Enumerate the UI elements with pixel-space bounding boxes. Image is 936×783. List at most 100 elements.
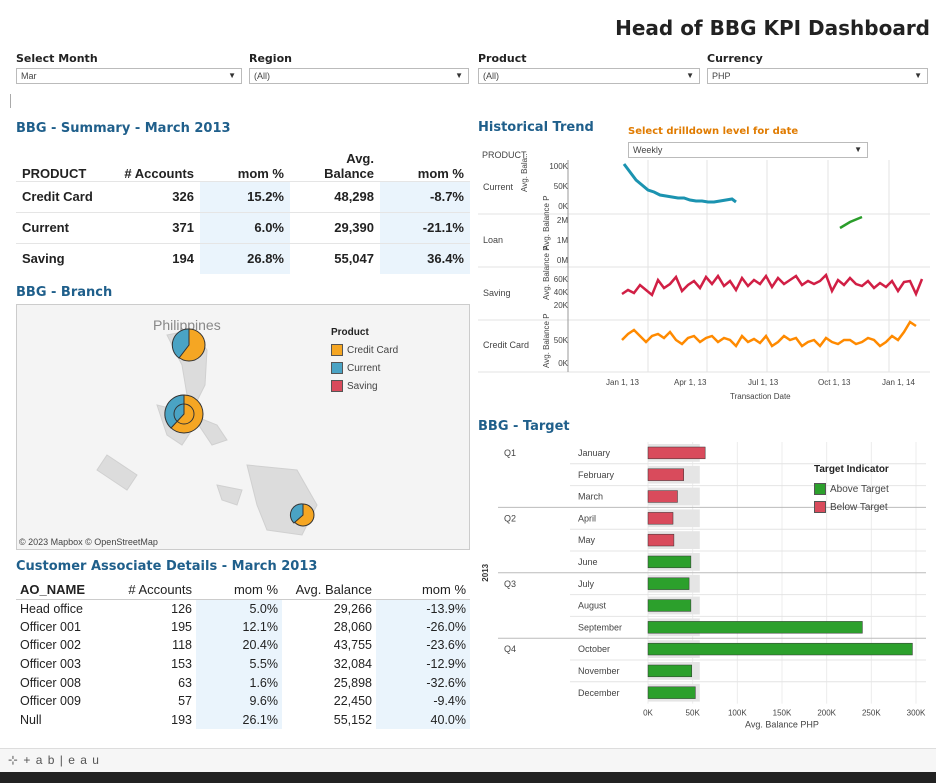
table-row[interactable]: Head office 126 5.0% 29,266 -13.9% bbox=[16, 599, 470, 618]
map-legend-title: Product bbox=[331, 327, 369, 338]
month-label: November bbox=[578, 666, 620, 676]
quarter-label: Q2 bbox=[504, 513, 516, 523]
branch-map[interactable]: Philippines Product Credit Card Current … bbox=[16, 304, 470, 550]
legend-label: Below Target bbox=[830, 501, 888, 513]
x-tick-label: 150K bbox=[773, 709, 792, 718]
legend-item[interactable]: Below Target bbox=[814, 498, 889, 516]
drilldown-select[interactable]: Weekly ▼ bbox=[628, 142, 868, 158]
accounts-cell: 57 bbox=[178, 694, 192, 709]
chevron-down-icon: ▼ bbox=[914, 71, 922, 80]
column-header: mom % bbox=[417, 165, 464, 181]
quarter-label: Q3 bbox=[504, 579, 516, 589]
target-bar bbox=[647, 642, 913, 656]
summary-table: PRODUCT # Accounts mom % Avg. Balance mo… bbox=[16, 141, 470, 274]
filter-label-month: Select Month bbox=[16, 52, 98, 65]
column-header: mom % bbox=[376, 581, 470, 600]
table-row[interactable]: Credit Card 326 15.2% 48,298 -8.7% bbox=[16, 180, 470, 212]
target-chart[interactable]: 0K 50K 100K 150K 200K 250K 300K Avg. Balance PH… bbox=[478, 440, 930, 736]
trend-tick: 50K bbox=[553, 182, 568, 191]
tableau-logo[interactable]: ⊹ + a b | e a u bbox=[8, 753, 100, 767]
tableau-brand: + a b | e a u bbox=[23, 753, 100, 767]
branch-pie-marker[interactable] bbox=[171, 327, 207, 363]
target-bar bbox=[647, 490, 678, 503]
x-tick: Jan 1, 13 bbox=[606, 378, 639, 387]
accounts-cell: 194 bbox=[110, 242, 200, 274]
table-row[interactable]: Officer 009 57 9.6% 22,450 -9.4% bbox=[16, 691, 470, 711]
x-tick-label: 200K bbox=[817, 709, 836, 718]
customer-title: Customer Associate Details - March 2013 bbox=[16, 559, 318, 574]
mom-cell: -9.4% bbox=[376, 691, 470, 711]
credit-card-series-line bbox=[621, 320, 917, 349]
x-tick-label: 100K bbox=[728, 709, 747, 718]
product-select[interactable]: (All) ▼ bbox=[478, 68, 700, 84]
month-label: March bbox=[578, 492, 603, 502]
swatch bbox=[331, 380, 343, 392]
mom-cell: -26.0% bbox=[376, 617, 470, 637]
balance-cell: 29,266 bbox=[333, 601, 372, 616]
legend-item[interactable]: Above Target bbox=[814, 480, 889, 498]
footer-bar: ⊹ + a b | e a u bbox=[0, 748, 936, 772]
accounts-cell: 63 bbox=[178, 675, 192, 690]
legend-item[interactable]: Saving bbox=[331, 377, 398, 395]
branch-pie-marker[interactable] bbox=[163, 393, 205, 435]
x-tick: Oct 1, 13 bbox=[818, 378, 851, 387]
legend-item[interactable]: Credit Card bbox=[331, 341, 398, 359]
currency-select[interactable]: PHP ▼ bbox=[707, 68, 928, 84]
month-label: May bbox=[578, 535, 596, 545]
column-header: # Accounts bbox=[112, 581, 196, 600]
mom-cell: -23.6% bbox=[376, 636, 470, 655]
table-row[interactable]: Officer 003 153 5.5% 32,084 -12.9% bbox=[16, 654, 470, 674]
quarter-label: Q1 bbox=[504, 448, 516, 458]
column-header: mom % bbox=[196, 581, 282, 600]
mom-cell: -12.9% bbox=[376, 654, 470, 674]
swatch bbox=[331, 362, 343, 374]
x-axis-title: Avg. Balance PHP bbox=[745, 720, 819, 730]
region-select-value: (All) bbox=[254, 71, 270, 81]
mom-cell: 6.0% bbox=[200, 211, 290, 243]
table-row[interactable]: Null 193 26.1% 55,152 40.0% bbox=[16, 710, 470, 730]
x-tick-label: 250K bbox=[862, 709, 881, 718]
legend-label: Current bbox=[347, 362, 381, 374]
mom-cell: -21.1% bbox=[380, 211, 470, 243]
branch-pie-marker[interactable] bbox=[289, 501, 317, 529]
island-shape bbox=[216, 484, 243, 506]
target-title: BBG - Target bbox=[478, 419, 570, 434]
trend-tick: 20K bbox=[553, 301, 568, 310]
product-select-value: (All) bbox=[483, 71, 499, 81]
trend-row-label: Credit Card bbox=[483, 340, 530, 350]
swatch bbox=[814, 483, 826, 495]
x-tick-label: 50K bbox=[686, 709, 701, 718]
filter-label-currency: Currency bbox=[707, 52, 763, 65]
legend-item[interactable]: Current bbox=[331, 359, 398, 377]
accounts-cell: 193 bbox=[171, 712, 192, 727]
accounts-cell: 326 bbox=[110, 180, 200, 212]
trend-row-label: Loan bbox=[483, 235, 504, 245]
trend-axis-label: Avg. Bala.. bbox=[520, 153, 529, 192]
month-label: June bbox=[578, 557, 598, 567]
loan-series-line bbox=[839, 215, 863, 230]
month-select[interactable]: Mar ▼ bbox=[16, 68, 242, 84]
palawan-shape bbox=[96, 454, 138, 491]
table-row[interactable]: Officer 008 63 1.6% 25,898 -32.6% bbox=[16, 673, 470, 692]
chevron-down-icon: ▼ bbox=[455, 71, 463, 80]
product-cell: Current bbox=[16, 211, 110, 243]
trend-tick: 0M bbox=[556, 256, 568, 265]
region-select[interactable]: (All) ▼ bbox=[249, 68, 469, 84]
column-header: Avg. Balance bbox=[324, 150, 374, 181]
name-cell: Officer 001 bbox=[20, 619, 81, 634]
page-title: Head of BBG KPI Dashboard bbox=[615, 16, 930, 40]
table-row[interactable]: Saving 194 26.8% 55,047 36.4% bbox=[16, 242, 470, 274]
target-bar bbox=[647, 577, 690, 590]
mom-cell: 40.0% bbox=[376, 710, 470, 730]
table-row[interactable]: Officer 002 118 20.4% 43,755 -23.6% bbox=[16, 636, 470, 655]
balance-cell: 55,152 bbox=[333, 712, 372, 727]
name-cell: Officer 009 bbox=[20, 694, 81, 709]
trend-row-label: Saving bbox=[483, 288, 511, 298]
month-label: September bbox=[578, 622, 622, 632]
table-row[interactable]: Officer 001 195 12.1% 28,060 -26.0% bbox=[16, 617, 470, 637]
mom-cell: -32.6% bbox=[376, 673, 470, 692]
table-row[interactable]: Current 371 6.0% 29,390 -21.1% bbox=[16, 211, 470, 243]
month-label: December bbox=[578, 688, 620, 698]
chevron-down-icon: ▼ bbox=[228, 71, 236, 80]
target-legend: Above Target Below Target bbox=[814, 480, 889, 516]
